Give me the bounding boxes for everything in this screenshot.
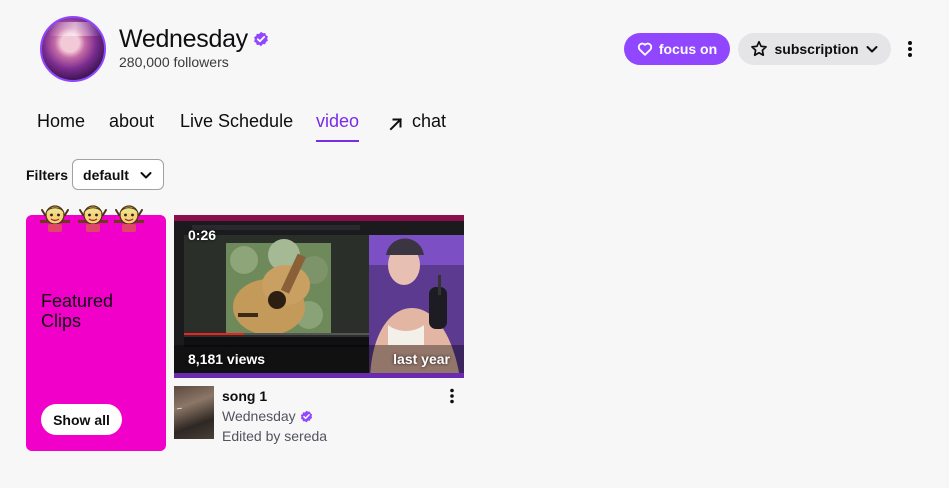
channel-name[interactable]: Wednesday bbox=[119, 25, 248, 54]
emote-icon bbox=[78, 205, 108, 232]
clip-editor: Edited by sereda bbox=[222, 428, 328, 444]
external-arrow-icon bbox=[389, 118, 402, 131]
clip-date: last year bbox=[393, 351, 450, 367]
channel-avatar[interactable] bbox=[40, 16, 106, 82]
tab-about[interactable]: about bbox=[109, 111, 154, 142]
filters-label: Filters bbox=[26, 167, 69, 183]
clip-channel-link[interactable]: Wednesday bbox=[222, 408, 313, 424]
tab-live-schedule[interactable]: Live Schedule bbox=[180, 111, 293, 142]
tab-chat[interactable]: chat bbox=[388, 111, 446, 142]
more-vertical-icon bbox=[908, 41, 912, 57]
subscribe-button[interactable]: subscription bbox=[738, 33, 891, 65]
verified-badge-icon bbox=[254, 31, 268, 47]
clip-channel-avatar-art: ~ bbox=[175, 403, 184, 414]
star-icon bbox=[751, 40, 768, 57]
subscribe-button-label: subscription bbox=[774, 41, 859, 57]
featured-clips-title: Featured Clips bbox=[41, 291, 114, 331]
clip-views: 8,181 views bbox=[188, 351, 266, 367]
featured-clips-card: Featured Clips Show all bbox=[26, 215, 166, 451]
clip-duration: 0:26 bbox=[188, 227, 217, 243]
clip-more-button[interactable] bbox=[444, 387, 460, 405]
clip-title[interactable]: song 1 bbox=[222, 388, 267, 404]
clip-channel-name: Wednesday bbox=[222, 408, 296, 424]
more-options-button[interactable] bbox=[900, 38, 920, 60]
follow-button[interactable]: focus on bbox=[624, 33, 730, 65]
heart-icon bbox=[637, 42, 652, 56]
clip-channel-avatar[interactable]: ~ bbox=[174, 386, 214, 439]
emote-decoration bbox=[38, 202, 148, 238]
emote-icon bbox=[40, 205, 70, 232]
chevron-down-icon bbox=[866, 46, 877, 53]
chevron-down-icon bbox=[140, 171, 152, 178]
tab-home[interactable]: Home bbox=[37, 111, 85, 142]
emote-icon bbox=[114, 205, 144, 232]
follower-count: 280,000 followers bbox=[119, 54, 229, 70]
more-vertical-icon bbox=[450, 388, 454, 404]
verified-badge-icon bbox=[300, 410, 312, 422]
tab-video[interactable]: video bbox=[316, 111, 360, 142]
filter-select[interactable]: default bbox=[72, 159, 164, 190]
filter-select-value: default bbox=[83, 166, 129, 183]
show-all-button[interactable]: Show all bbox=[41, 404, 122, 435]
tab-chat-label: chat bbox=[412, 111, 447, 131]
follow-button-label: focus on bbox=[658, 41, 718, 57]
clip-thumbnail[interactable]: 0:26 8,181 views last year bbox=[174, 215, 464, 378]
